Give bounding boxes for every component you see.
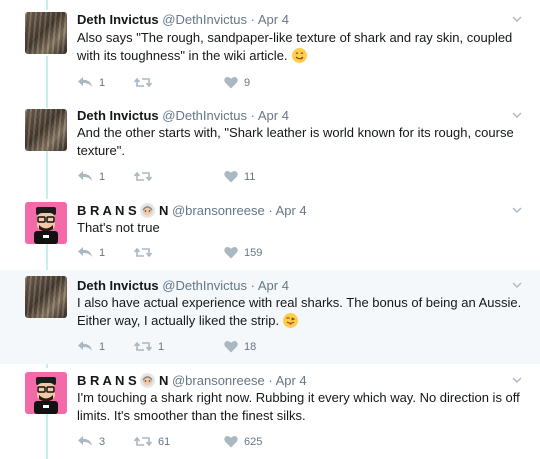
tweet-header: B R A N S N @bransonreese · Apr 4 (77, 203, 307, 219)
reply-button[interactable]: 3 (77, 435, 105, 448)
retweet-icon (134, 341, 152, 352)
tweet[interactable]: B R A N S N @bransonreese · Apr 4 That's… (0, 198, 540, 270)
timestamp[interactable]: Apr 4 (276, 373, 307, 388)
reply-count: 1 (99, 246, 106, 259)
reply-button[interactable]: 1 (77, 340, 105, 353)
tweet-text: Also says "The rough, sandpaper-like tex… (77, 29, 522, 65)
reply-icon (78, 341, 92, 351)
handle[interactable]: @DethInvictus (162, 12, 247, 27)
heart-icon (224, 436, 238, 448)
like-count: 18 (244, 340, 257, 353)
reply-icon (78, 171, 92, 181)
tweet-text: And the other starts with, "Shark leathe… (77, 125, 514, 158)
handle[interactable]: @DethInvictus (162, 108, 247, 123)
reply-icon (78, 77, 92, 87)
retweet-button[interactable] (134, 246, 158, 259)
tweet-text: I'm touching a shark right now. Rubbing … (77, 390, 520, 423)
like-button[interactable]: 159 (224, 246, 262, 259)
avatar[interactable] (25, 202, 67, 244)
avatar[interactable] (25, 12, 67, 54)
like-button[interactable]: 625 (224, 435, 262, 448)
tweet-header: Deth Invictus @DethInvictus · Apr 4 (77, 108, 289, 124)
like-button[interactable]: 9 (224, 76, 250, 89)
retweet-button[interactable] (134, 76, 158, 89)
display-name[interactable]: Deth Invictus (77, 12, 159, 27)
reply-count: 1 (99, 170, 106, 183)
avatar[interactable] (25, 372, 67, 414)
tweet-header: Deth Invictus @DethInvictus · Apr 4 (77, 12, 289, 28)
separator-dot: · (268, 203, 273, 218)
tweet-actions: 1 9 (77, 76, 377, 92)
tweet-actions: 3 61 625 (77, 435, 377, 451)
tweet-text: I also have actual experience with real … (77, 294, 522, 330)
like-count: 9 (244, 76, 251, 89)
separator-dot: · (250, 12, 255, 27)
retweet-icon (134, 171, 152, 182)
like-button[interactable]: 18 (224, 340, 256, 353)
handle[interactable]: @DethInvictus (162, 278, 247, 293)
heart-icon (224, 171, 238, 183)
avatar[interactable] (25, 109, 67, 151)
astronaut-emoji-icon (140, 373, 156, 388)
retweet-count: 1 (158, 340, 165, 353)
chevron-down-icon[interactable] (512, 14, 522, 24)
tweet-header: Deth Invictus @DethInvictus · Apr 4 (77, 278, 289, 294)
like-count: 625 (244, 435, 263, 448)
handle[interactable]: @bransonreese (172, 373, 265, 388)
timestamp[interactable]: Apr 4 (258, 278, 289, 293)
heart-icon (224, 341, 238, 353)
reply-button[interactable]: 1 (77, 246, 105, 259)
avatar[interactable] (25, 276, 67, 318)
handle[interactable]: @bransonreese (172, 203, 265, 218)
tweet[interactable]: B R A N S N @bransonreese · Apr 4 I'm to… (0, 364, 540, 459)
like-button[interactable]: 11 (224, 170, 255, 183)
retweet-button[interactable]: 61 (134, 435, 170, 448)
tweet-actions: 1 11 (77, 170, 377, 186)
tweet[interactable]: Deth Invictus @DethInvictus · Apr 4 Also… (0, 0, 540, 104)
timestamp[interactable]: Apr 4 (258, 12, 289, 27)
reply-count: 1 (99, 340, 106, 353)
avatar-illustration (34, 207, 58, 244)
chevron-down-icon[interactable] (512, 110, 522, 120)
chevron-down-icon[interactable] (512, 205, 522, 215)
display-name[interactable]: Deth Invictus (77, 108, 159, 123)
retweet-button[interactable]: 1 (134, 340, 164, 353)
heart-icon (224, 77, 238, 89)
tweet-header: B R A N S N @bransonreese · Apr 4 (77, 373, 307, 389)
chevron-down-icon[interactable] (512, 280, 522, 290)
retweet-icon (134, 436, 152, 447)
separator-dot: · (250, 108, 255, 123)
reply-button[interactable]: 1 (77, 76, 105, 89)
timestamp[interactable]: Apr 4 (258, 108, 289, 123)
retweet-icon (134, 77, 152, 88)
reply-count: 3 (99, 435, 106, 448)
heart-icon (224, 247, 238, 259)
retweet-button[interactable] (134, 170, 158, 183)
like-count: 159 (244, 246, 263, 259)
chevron-down-icon[interactable] (512, 375, 522, 385)
astronaut-emoji-icon (140, 203, 156, 218)
reply-button[interactable]: 1 (77, 170, 105, 183)
timestamp[interactable]: Apr 4 (276, 203, 307, 218)
separator-dot: · (268, 373, 273, 388)
tweet-highlighted[interactable]: Deth Invictus @DethInvictus · Apr 4 I al… (0, 270, 540, 364)
reply-icon (78, 436, 92, 446)
separator-dot: · (250, 278, 255, 293)
display-name[interactable]: B R A N S N (77, 203, 168, 218)
retweet-icon (134, 247, 152, 258)
retweet-count: 61 (158, 435, 171, 448)
tweet-actions: 1 1 18 (77, 340, 377, 356)
reply-icon (78, 247, 92, 257)
avatar-illustration (34, 377, 58, 414)
display-name[interactable]: B R A N S N (77, 373, 168, 388)
reply-count: 1 (99, 76, 106, 89)
display-name[interactable]: Deth Invictus (77, 278, 159, 293)
yum-emoji-icon (291, 48, 307, 63)
tweet-text: That's not true (77, 220, 160, 235)
wink-tongue-emoji-icon (283, 313, 299, 328)
tweet-actions: 1 159 (77, 246, 377, 262)
tweet[interactable]: Deth Invictus @DethInvictus · Apr 4 And … (0, 104, 540, 198)
like-count: 11 (244, 170, 256, 183)
tweet-text-content: I also have actual experience with real … (77, 295, 522, 328)
